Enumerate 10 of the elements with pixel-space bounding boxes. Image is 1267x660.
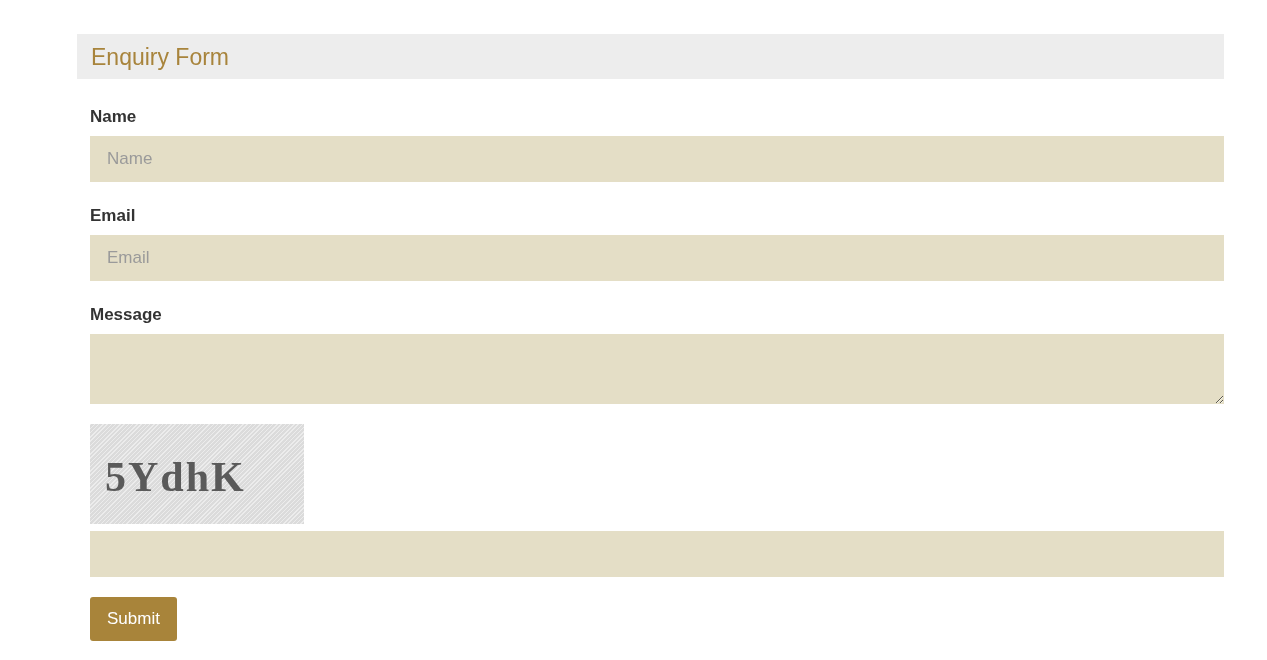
- captcha-input-field[interactable]: [90, 531, 1224, 577]
- captcha-code: 5YdhK: [105, 454, 246, 500]
- form-title: Enquiry Form: [91, 42, 230, 71]
- field-label: Email: [90, 206, 136, 226]
- submit-button[interactable]: Submit: [90, 597, 177, 641]
- text-input-field[interactable]: Email: [90, 235, 1224, 281]
- field-label: Name: [90, 107, 137, 127]
- text-input-field[interactable]: Name: [90, 136, 1224, 182]
- field-label: Message: [90, 305, 162, 325]
- message-textarea[interactable]: [90, 334, 1224, 404]
